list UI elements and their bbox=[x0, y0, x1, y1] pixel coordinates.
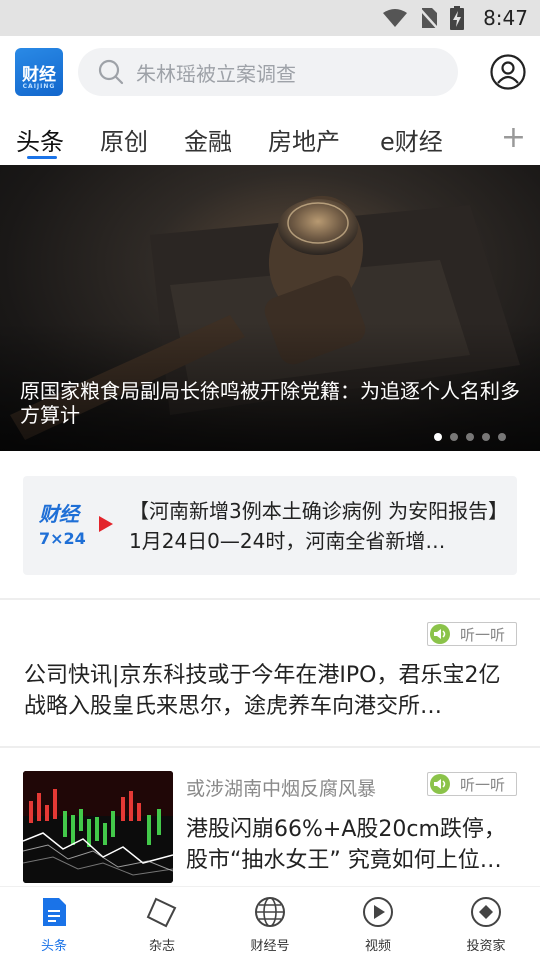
logo-text: 财经 bbox=[22, 64, 56, 85]
profile-icon[interactable] bbox=[490, 54, 526, 90]
carousel-dot bbox=[450, 433, 458, 441]
nav-label: 杂志 bbox=[148, 939, 175, 954]
carousel-dot bbox=[434, 433, 442, 441]
nav-magazine[interactable]: 杂志 bbox=[127, 895, 197, 954]
nav-label: 头条 bbox=[40, 939, 67, 954]
hero-caption: 原国家粮食局副局长徐鸣被开除党籍：为追逐个人名利多方算计 bbox=[20, 379, 520, 427]
tab-original[interactable]: 原创 bbox=[100, 122, 148, 157]
speaker-icon bbox=[430, 624, 450, 644]
nav-label: 视频 bbox=[364, 939, 391, 954]
magazine-icon bbox=[145, 895, 179, 929]
article-thumbnail[interactable] bbox=[23, 771, 173, 883]
play-triangle-icon bbox=[99, 516, 113, 532]
nav-label: 财经号 bbox=[250, 939, 290, 954]
hero-banner[interactable]: 原国家粮食局副局长徐鸣被开除党籍：为追逐个人名利多方算计 bbox=[0, 165, 540, 451]
tabs-fade-overlay bbox=[462, 110, 492, 166]
nav-video[interactable]: 视频 bbox=[343, 895, 413, 954]
logo-subtext: CAIJING bbox=[22, 83, 56, 90]
app-header: 财经 CAIJING 朱林瑶被立案调查 bbox=[0, 36, 540, 110]
tab-real-estate[interactable]: 房地产 bbox=[268, 122, 340, 157]
article-source: 或涉湖南中烟反腐风暴 bbox=[186, 778, 377, 800]
listen-button[interactable]: 听一听 bbox=[427, 622, 517, 646]
divider bbox=[0, 598, 540, 600]
nav-investor[interactable]: 投资家 bbox=[451, 895, 521, 954]
listen-button[interactable]: 听一听 bbox=[427, 772, 517, 796]
article-title[interactable]: 港股闪崩66%+A股20cm跌停，股市“抽水女王” 究竟如何上位… bbox=[186, 814, 518, 876]
flash-logo-subtitle: 7×24 bbox=[39, 529, 86, 548]
no-sim-icon bbox=[420, 8, 438, 29]
add-tab-icon[interactable]: + bbox=[501, 120, 526, 155]
globe-icon bbox=[253, 895, 287, 929]
listen-label: 听一听 bbox=[460, 625, 506, 644]
flash-news-card[interactable]: 财经 7×24 【河南新增3例本土确诊病例 为安阳报告】1月24日0—24时，河… bbox=[23, 476, 517, 575]
app-logo[interactable]: 财经 CAIJING bbox=[15, 48, 63, 96]
battery-charging-icon bbox=[450, 6, 464, 30]
nav-headlines[interactable]: 头条 bbox=[19, 895, 89, 954]
flash-news-text: 【河南新增3例本土确诊病例 为安阳报告】1月24日0—24时，河南全省新增… bbox=[129, 499, 499, 553]
article-title[interactable]: 公司快讯|京东科技或于今年在港IPO，君乐宝2亿战略入股皇氏来思尔，途虎养车向港… bbox=[24, 660, 518, 722]
category-tabs: 头条 原创 金融 房地产 e财经 + bbox=[0, 110, 540, 166]
tab-finance[interactable]: 金融 bbox=[184, 122, 232, 157]
document-icon bbox=[37, 895, 71, 929]
listen-label: 听一听 bbox=[460, 775, 506, 794]
search-bar[interactable]: 朱林瑶被立案调查 bbox=[78, 48, 458, 96]
stock-chart-image bbox=[23, 771, 173, 883]
tab-e-finance[interactable]: e财经 bbox=[380, 122, 443, 157]
flash-news-logo: 财经 7×24 bbox=[39, 498, 89, 548]
play-icon bbox=[361, 895, 395, 929]
carousel-dots bbox=[434, 433, 506, 441]
carousel-dot bbox=[466, 433, 474, 441]
carousel-dot bbox=[482, 433, 490, 441]
divider bbox=[0, 746, 540, 748]
search-icon bbox=[98, 59, 124, 85]
active-tab-indicator bbox=[27, 156, 57, 159]
nav-finance-accounts[interactable]: 财经号 bbox=[235, 895, 305, 954]
nav-label: 投资家 bbox=[466, 939, 506, 954]
status-icons bbox=[382, 6, 464, 30]
search-placeholder: 朱林瑶被立案调查 bbox=[136, 61, 296, 86]
bottom-navigation: 头条 杂志 财经号 视频 投资家 bbox=[0, 886, 540, 960]
status-bar: 8:47 bbox=[0, 0, 540, 36]
status-time: 8:47 bbox=[483, 6, 528, 30]
flash-logo-title: 财经 bbox=[39, 502, 79, 526]
carousel-dot bbox=[498, 433, 506, 441]
diamond-icon bbox=[469, 895, 503, 929]
wifi-icon bbox=[383, 9, 407, 27]
speaker-icon bbox=[430, 774, 450, 794]
tab-headlines[interactable]: 头条 bbox=[16, 122, 64, 157]
